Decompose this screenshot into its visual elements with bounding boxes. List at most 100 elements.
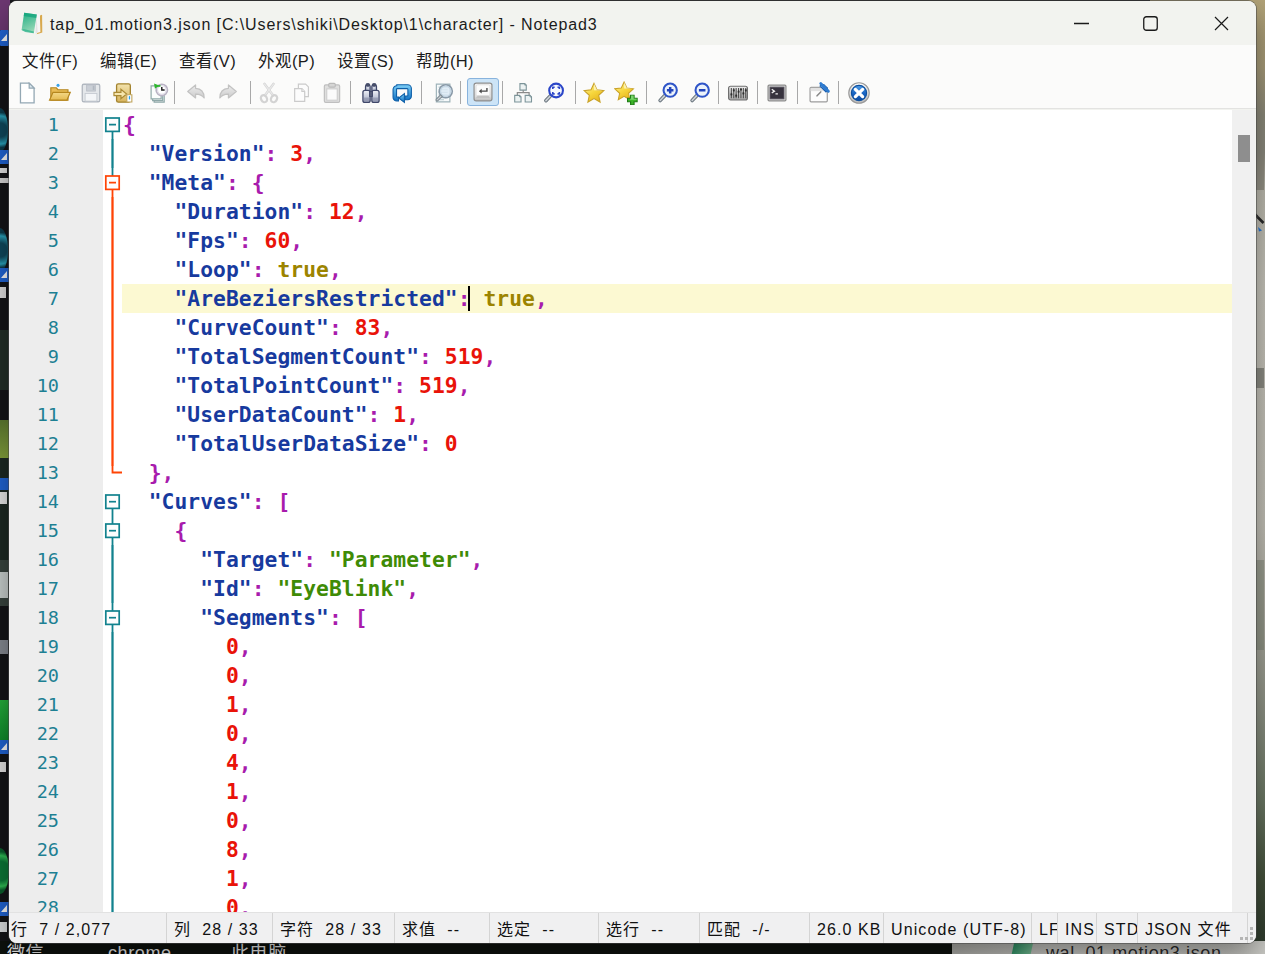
whitespace-token [123,750,226,775]
json-operator-token: , [303,141,316,166]
json-number-token: 1 [226,866,239,891]
status-selection[interactable]: 选定 -- [490,913,599,943]
status-eol[interactable]: LF [1032,913,1058,943]
line-number: 1 [9,110,59,139]
zoom-view-button[interactable] [430,79,458,106]
word-wrap-button[interactable] [467,78,499,106]
cut-button[interactable] [255,79,283,106]
fold-line [103,197,122,226]
menu-item-edit[interactable]: 编辑(E) [89,45,168,76]
whitespace-token [123,170,149,195]
icon-label-fragment [0,168,7,173]
paste-button[interactable] [318,79,346,106]
undo-button[interactable] [182,79,210,106]
toolbar-separator [797,81,798,104]
status-eval[interactable]: 求值 -- [395,913,490,943]
fold-line [103,661,122,690]
status-character[interactable]: 字符 28 / 33 [273,913,395,943]
whitespace-token [123,402,175,427]
hierarchy-button[interactable] [509,79,537,106]
open-folder-button[interactable] [46,79,74,106]
toolbar-separator [718,81,719,104]
status-line[interactable]: 行 7 / 2,077 [10,913,167,943]
menu-item-appearance[interactable]: 外观(P) [247,45,326,76]
code-line: 4, [122,748,1232,777]
save-button[interactable] [77,79,105,106]
copy-button[interactable] [287,79,315,106]
line-number: 23 [9,748,59,777]
resize-grip[interactable] [1240,927,1254,941]
desktop-icon-label[interactable]: 此电脑 [231,942,287,954]
fold-marker-box[interactable] [103,603,122,632]
fold-line [103,313,122,342]
title-bar[interactable]: tap_01.motion3.json [C:\Users\shiki\Desk… [9,1,1256,45]
desktop-icon-label[interactable]: wal_01.motion3.json [1046,942,1222,954]
fold-marker-box[interactable] [103,168,122,197]
zoom-out-button[interactable] [686,79,714,106]
status-file-type[interactable]: JSON 文件 [1138,913,1248,943]
whitespace-token [123,489,149,514]
status-sel-lines[interactable]: 选行 -- [599,913,700,943]
whitespace-token [123,286,175,311]
json-operator-token: : [265,141,278,166]
json-key-token: "Fps" [175,228,239,253]
status-encoding[interactable]: Unicode (UTF-8) [884,913,1032,943]
code-line: "Target": "Parameter", [122,545,1232,574]
line-number: 8 [9,313,59,342]
status-matches[interactable]: 匹配 -/- [700,913,810,943]
fold-marker-box[interactable] [103,487,122,516]
zoom-view-icon [432,81,456,105]
status-file-size[interactable]: 26.0 KB [810,913,884,943]
desktop-icon-fragment [0,848,9,894]
line-number: 6 [9,255,59,284]
favorite-star-button[interactable] [580,79,608,106]
zoom-in-button[interactable] [654,79,682,106]
menu-item-file[interactable]: 文件(F) [11,45,89,76]
recent-history-button[interactable] [143,79,171,106]
code-line: "Version": 3, [122,139,1232,168]
close-button[interactable] [1198,1,1244,45]
pin-window-button[interactable] [805,79,833,106]
code-line: { [122,110,1232,139]
status-column[interactable]: 列 28 / 33 [167,913,273,943]
icon-label-fragment [0,178,9,183]
toolbar-separator [575,81,576,104]
vertical-scrollbar[interactable] [1232,110,1255,912]
status-insert-mode[interactable]: INS [1058,913,1097,943]
json-operator-token: , [239,721,252,746]
json-operator-token: , [239,895,252,912]
fold-marker-box[interactable] [103,110,122,139]
sliders-button[interactable] [724,79,752,106]
json-operator-token: : [368,402,381,427]
line-number: 15 [9,516,59,545]
menu-item-view[interactable]: 查看(V) [168,45,247,76]
whitespace-token [123,808,226,833]
minimize-button[interactable] [1058,1,1104,45]
maximize-button[interactable] [1127,1,1173,45]
editor-pane[interactable]: 1234567891011121314151617181920212223242… [9,110,1255,912]
window-title: tap_01.motion3.json [C:\Users\shiki\Desk… [50,1,598,45]
terminal-button[interactable] [763,79,791,106]
status-mode[interactable]: STD [1097,913,1138,943]
code-text-area[interactable]: { "Version": 3, "Meta": { "Duration": 12… [122,110,1232,912]
line-number: 21 [9,690,59,719]
desktop-icon-label[interactable]: chrome [108,942,172,954]
fold-margin[interactable] [103,110,122,912]
zoom-select-button[interactable] [540,79,568,106]
redo-button[interactable] [214,79,242,106]
desktop-icon-label[interactable]: 微信 [7,942,44,954]
browse-folder-button[interactable] [110,79,138,106]
exit-button[interactable] [845,79,873,106]
whitespace-token [406,373,419,398]
sliders-icon [726,81,750,105]
menu-item-settings[interactable]: 设置(S) [326,45,405,76]
add-favorite-button[interactable] [612,79,640,106]
new-file-button[interactable] [13,79,41,106]
find-button[interactable] [357,79,385,106]
menu-item-help[interactable]: 帮助(H) [405,45,485,76]
whitespace-token [123,460,149,485]
replace-button[interactable] [388,79,416,106]
toolbar-separator [646,81,647,104]
fold-marker-box[interactable] [103,516,122,545]
scrollbar-thumb[interactable] [1238,135,1250,162]
